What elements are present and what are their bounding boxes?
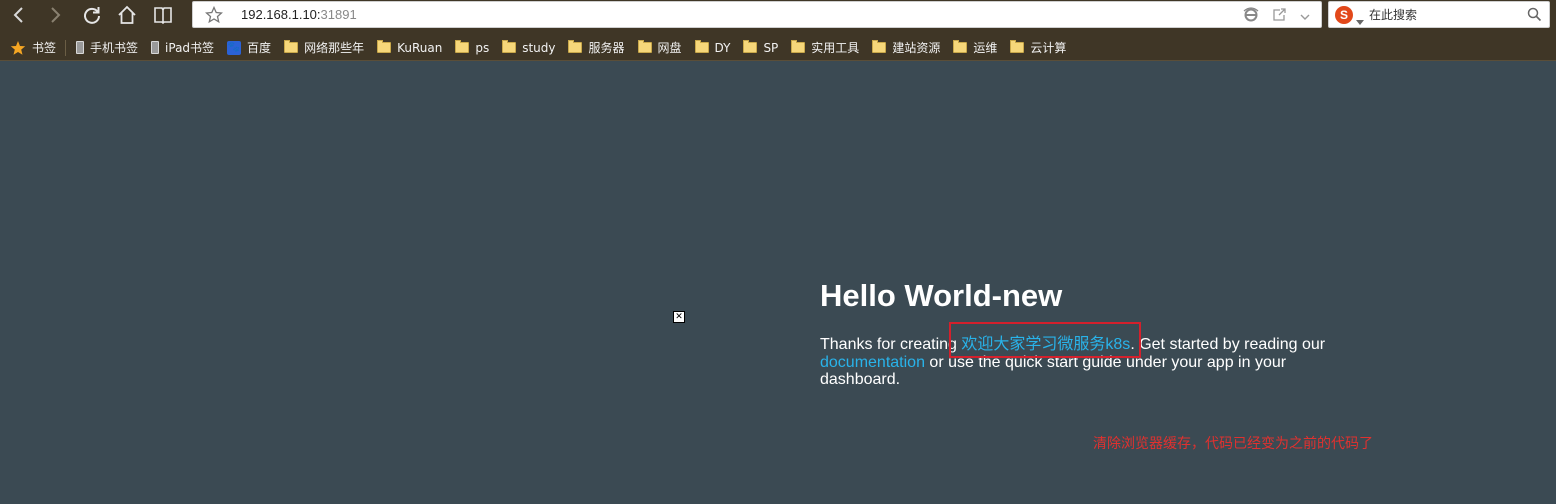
url-host: 192.168.1.10:	[241, 7, 321, 22]
search-box[interactable]: S	[1328, 1, 1550, 28]
bookmark-label: 百度	[247, 41, 272, 55]
bookmark-label: ps	[475, 40, 490, 55]
back-button[interactable]	[6, 3, 32, 27]
search-input[interactable]	[1369, 6, 1519, 24]
home-button[interactable]	[114, 3, 140, 27]
bookmark-label: 书签	[32, 41, 57, 55]
folder-icon	[568, 40, 583, 53]
chevron-down-icon[interactable]	[1299, 8, 1311, 27]
bookmark-label: 运维	[973, 41, 998, 55]
forward-arrow-icon	[48, 6, 62, 24]
book-icon	[153, 6, 173, 24]
star-icon	[10, 40, 26, 56]
bookmark-folder[interactable]: 建站资源	[872, 37, 940, 59]
bookmark-folder[interactable]: 网络那些年	[284, 37, 364, 59]
folder-icon	[637, 40, 652, 53]
bookmark-item[interactable]: 🐾 百度	[227, 37, 271, 59]
home-icon	[117, 5, 137, 25]
bookmark-item[interactable]: 手机书签	[76, 37, 138, 59]
bookmarks-bar: 书签 手机书签 iPad书签 🐾 百度 网络那些年 KuRuan ps stud…	[0, 35, 1556, 61]
broken-image-icon: ✕	[673, 311, 685, 323]
bookmark-folder[interactable]: SP	[743, 37, 778, 59]
bookmark-folder[interactable]: study	[502, 37, 555, 59]
bookmark-label: 服务器	[588, 41, 625, 55]
intro-text: Thanks for creating	[820, 336, 962, 353]
bookmark-label: 网盘	[657, 41, 682, 55]
folder-icon	[872, 40, 887, 53]
bookmark-folder[interactable]: 运维	[953, 37, 997, 59]
folder-icon	[743, 40, 758, 53]
tablet-icon	[151, 41, 160, 54]
folder-icon	[377, 40, 392, 53]
bookmark-label: 建站资源	[892, 41, 941, 55]
bookmark-separator	[65, 39, 67, 56]
search-icon[interactable]	[1527, 7, 1542, 26]
bookmark-folder[interactable]: 服务器	[568, 37, 625, 59]
folder-icon	[502, 40, 517, 53]
back-arrow-icon	[12, 6, 26, 24]
url-text[interactable]: 192.168.1.10:31891	[241, 7, 357, 22]
address-bar[interactable]: 192.168.1.10:31891	[192, 1, 1322, 28]
bookmark-folder[interactable]: ps	[455, 37, 489, 59]
share-icon[interactable]	[1271, 7, 1287, 27]
browser-toolbar: 192.168.1.10:31891 S	[0, 0, 1556, 35]
bookmark-folder[interactable]: KuRuan	[377, 37, 442, 59]
ie-compat-icon[interactable]	[1243, 7, 1259, 27]
folder-icon	[791, 40, 806, 53]
bookmark-label: iPad书签	[165, 41, 215, 55]
folder-icon	[1010, 40, 1025, 53]
folder-icon	[284, 40, 299, 53]
url-port: 31891	[320, 7, 357, 22]
highlight-annotation-box	[949, 322, 1141, 358]
folder-icon	[455, 40, 470, 53]
reload-icon	[82, 5, 102, 25]
bookmark-label: KuRuan	[397, 40, 443, 55]
bookmark-label: 实用工具	[811, 41, 860, 55]
bookmark-label: SP	[763, 40, 779, 55]
bookmark-label: 云计算	[1030, 41, 1067, 55]
folder-icon	[953, 40, 968, 53]
reload-button[interactable]	[79, 3, 105, 27]
reading-mode-button[interactable]	[150, 3, 176, 27]
bookmark-folder[interactable]: 云计算	[1010, 37, 1066, 59]
engine-dropdown-icon[interactable]	[1356, 11, 1364, 30]
bookmark-label: 网络那些年	[304, 41, 365, 55]
documentation-link[interactable]: documentation	[820, 354, 925, 371]
bookmark-folder[interactable]: 实用工具	[791, 37, 859, 59]
folder-icon	[694, 40, 709, 53]
bookmark-label: study	[522, 40, 556, 55]
bookmark-label: DY	[714, 40, 731, 55]
intro-text: . Get started by reading our	[1130, 336, 1326, 353]
phone-icon	[76, 41, 85, 54]
page-title: Hello World-new	[820, 278, 1063, 313]
forward-button[interactable]	[42, 3, 68, 27]
bookmark-folder[interactable]: DY	[694, 37, 731, 59]
bookmark-star-icon[interactable]	[204, 5, 224, 28]
bookmark-label: 手机书签	[90, 41, 139, 55]
bookmark-item[interactable]: iPad书签	[151, 37, 214, 59]
baidu-icon: 🐾	[227, 40, 242, 55]
search-engine-icon[interactable]: S	[1335, 6, 1353, 24]
bookmark-folder[interactable]: 网盘	[637, 37, 682, 59]
bookmark-item[interactable]: 书签	[10, 37, 56, 59]
annotation-note: 清除浏览器缓存，代码已经变为之前的代码了	[1093, 436, 1373, 452]
